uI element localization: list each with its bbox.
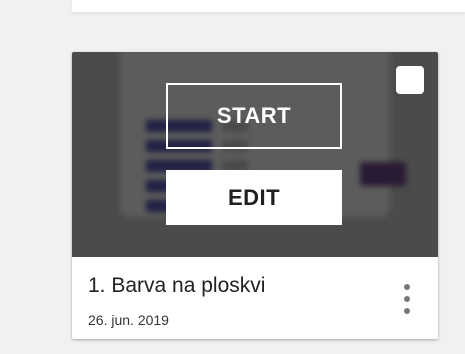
menu-dot (404, 296, 410, 302)
menu-dot (404, 308, 410, 314)
card-title: 1. Barva na ploskvi (88, 274, 266, 297)
card-thumbnail: START EDIT (72, 52, 438, 257)
select-checkbox[interactable] (396, 66, 424, 94)
card-info: 1. Barva na ploskvi 26. jun. 2019 (72, 257, 438, 339)
preview-badge (360, 162, 406, 186)
card-date: 26. jun. 2019 (88, 312, 169, 328)
menu-dot (404, 284, 410, 290)
more-vert-icon[interactable] (396, 281, 418, 319)
top-panel (72, 0, 465, 13)
start-button[interactable]: START (166, 83, 342, 149)
activity-card: START EDIT 1. Barva na ploskvi 26. jun. … (72, 52, 438, 339)
edit-button[interactable]: EDIT (166, 170, 342, 225)
